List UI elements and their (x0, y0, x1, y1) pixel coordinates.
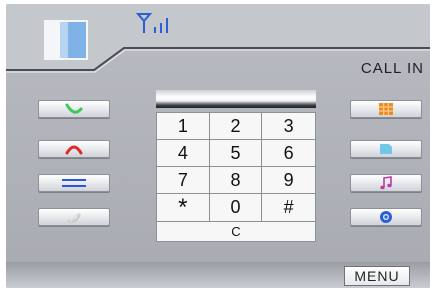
contact-card-icon (380, 144, 392, 154)
call-status-title: CALL IN (360, 60, 424, 77)
contacts-button[interactable] (350, 140, 422, 158)
key-0[interactable]: 0 (210, 194, 263, 221)
end-call-button[interactable] (38, 140, 110, 158)
battery-icon (44, 20, 88, 60)
key-3[interactable]: 3 (262, 113, 315, 140)
keypad-keys: 1 2 3 4 5 6 7 8 9 * 0 # (156, 112, 316, 222)
grid-icon (379, 103, 393, 115)
dial-keypad: 1 2 3 4 5 6 7 8 9 * 0 # C (156, 90, 316, 242)
key-7[interactable]: 7 (157, 167, 210, 194)
key-5[interactable]: 5 (209, 140, 263, 167)
key-star[interactable]: * (157, 194, 210, 221)
settings-button[interactable] (350, 208, 422, 226)
answer-call-button[interactable] (38, 100, 110, 118)
transfer-arrows-icon (62, 179, 86, 187)
phone-answer-icon (65, 103, 83, 114)
phone-screen: CALL IN 1 2 3 4 5 6 7 8 9 * 0 # C MENU (6, 4, 430, 288)
number-display (156, 90, 316, 108)
mute-button[interactable] (38, 208, 110, 226)
music-button[interactable] (350, 174, 422, 192)
key-2[interactable]: 2 (209, 113, 263, 140)
key-6[interactable]: 6 (262, 140, 315, 167)
music-note-icon (380, 176, 392, 190)
key-4[interactable]: 4 (157, 140, 210, 167)
antenna-signal-icon (136, 13, 168, 33)
gear-icon (380, 211, 392, 223)
phone-hangup-icon (65, 145, 83, 155)
key-1[interactable]: 1 (157, 113, 210, 140)
clear-button[interactable]: C (156, 222, 316, 242)
key-8[interactable]: 8 (209, 167, 263, 194)
key-hash[interactable]: # (262, 194, 315, 221)
menu-button[interactable]: MENU (344, 266, 410, 286)
transfer-button[interactable] (38, 174, 110, 192)
mute-icon (67, 212, 81, 223)
key-9[interactable]: 9 (262, 167, 315, 194)
keypad-grid-button[interactable] (350, 100, 422, 118)
